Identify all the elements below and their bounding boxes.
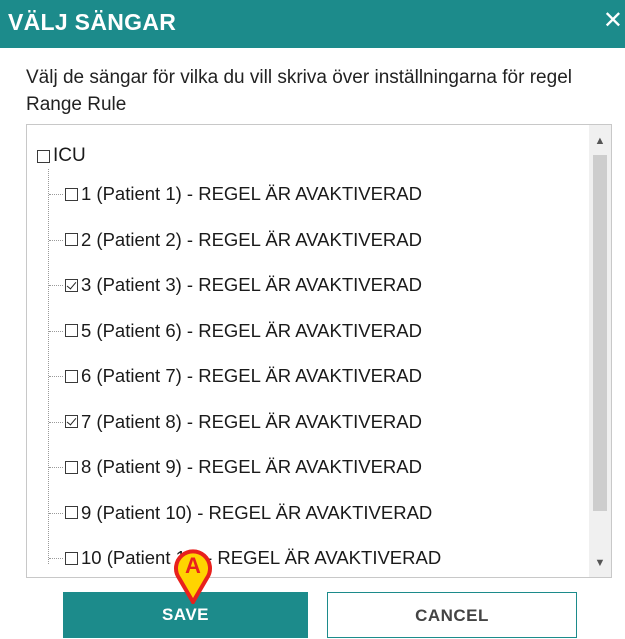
bed-label: 5 (Patient 6) - REGEL ÄR AVAKTIVERAD [81, 319, 422, 341]
annotation-marker-a: A [174, 549, 212, 604]
vertical-scrollbar[interactable]: ▲ ▼ [589, 125, 611, 577]
dialog-description: Välj de sängar för vilka du vill skriva … [26, 67, 572, 115]
checkbox-icu[interactable] [37, 149, 50, 163]
annotation-marker-label: A [185, 553, 201, 578]
tree-connector-branch [49, 467, 63, 468]
close-icon[interactable]: ✕ [603, 9, 623, 33]
bed-label: 6 (Patient 7) - REGEL ÄR AVAKTIVERAD [81, 365, 422, 386]
tree-connector-branch [49, 512, 63, 514]
tree-connector-branch [49, 330, 63, 332]
scroll-down-icon[interactable]: ▼ [589, 553, 611, 573]
dialog-titlebar: VÄLJ SÄNGAR ✕ [0, 0, 625, 48]
tree-item-bed[interactable]: 6 (Patient 7) - REGEL ÄR AVAKTIVERAD [65, 363, 422, 389]
tree-connector-branch [49, 376, 63, 377]
tree-connector-branch [49, 239, 63, 241]
tree-connector-branch [49, 285, 63, 286]
bed-label: 10 (Patient 11) - REGEL ÄR AVAKTIVERAD [81, 547, 442, 568]
bed-label: 9 (Patient 10) - REGEL ÄR AVAKTIVERAD [81, 501, 433, 523]
tree-connector-branch [49, 194, 63, 195]
bed-tree-list[interactable]: ICU 1 (Patient 1) - REGEL ÄR AVAKTIVERAD… [26, 124, 612, 578]
bed-label: 7 (Patient 8) - REGEL ÄR AVAKTIVERAD [81, 410, 422, 432]
tree-root-label: ICU [53, 145, 86, 166]
tree-item-bed[interactable]: 5 (Patient 6) - REGEL ÄR AVAKTIVERAD [65, 318, 422, 344]
bed-checkbox[interactable] [65, 233, 78, 246]
tree-item-bed[interactable]: 8 (Patient 9) - REGEL ÄR AVAKTIVERAD [65, 454, 422, 480]
tree-item-bed[interactable]: 1 (Patient 1) - REGEL ÄR AVAKTIVERAD [65, 181, 422, 207]
tree-root-icu[interactable]: ICU [37, 143, 86, 169]
tree-item-bed[interactable]: 2 (Patient 2) - REGEL ÄR AVAKTIVERAD [65, 227, 422, 253]
tree-item-bed[interactable]: 10 (Patient 11) - REGEL ÄR AVAKTIVERAD [65, 545, 441, 571]
bed-label: 1 (Patient 1) - REGEL ÄR AVAKTIVERAD [81, 183, 422, 204]
tree-connector [48, 169, 49, 564]
cancel-button[interactable]: CANCEL [327, 592, 577, 638]
scroll-up-icon[interactable]: ▲ [589, 131, 611, 151]
tree-item-bed[interactable]: 9 (Patient 10) - REGEL ÄR AVAKTIVERAD [65, 500, 432, 526]
tree-connector-branch [49, 421, 63, 423]
bed-checkbox[interactable] [65, 187, 78, 201]
bed-checkbox[interactable] [65, 369, 78, 383]
bed-checkbox[interactable] [65, 506, 78, 519]
bed-checkbox[interactable] [65, 415, 78, 428]
bed-label: 3 (Patient 3) - REGEL ÄR AVAKTIVERAD [81, 274, 422, 295]
bed-checkbox[interactable] [65, 278, 78, 292]
bed-label: 2 (Patient 2) - REGEL ÄR AVAKTIVERAD [81, 228, 422, 250]
bed-checkbox[interactable] [65, 324, 78, 337]
bed-checkbox[interactable] [65, 551, 78, 565]
tree-item-bed[interactable]: 3 (Patient 3) - REGEL ÄR AVAKTIVERAD [65, 272, 422, 298]
tree-connector-branch [49, 558, 63, 559]
scrollbar-thumb[interactable] [593, 155, 607, 511]
dialog-title: VÄLJ SÄNGAR [8, 9, 177, 35]
bed-checkbox[interactable] [65, 460, 78, 474]
tree-item-bed[interactable]: 7 (Patient 8) - REGEL ÄR AVAKTIVERAD [65, 409, 422, 435]
bed-label: 8 (Patient 9) - REGEL ÄR AVAKTIVERAD [81, 456, 422, 477]
